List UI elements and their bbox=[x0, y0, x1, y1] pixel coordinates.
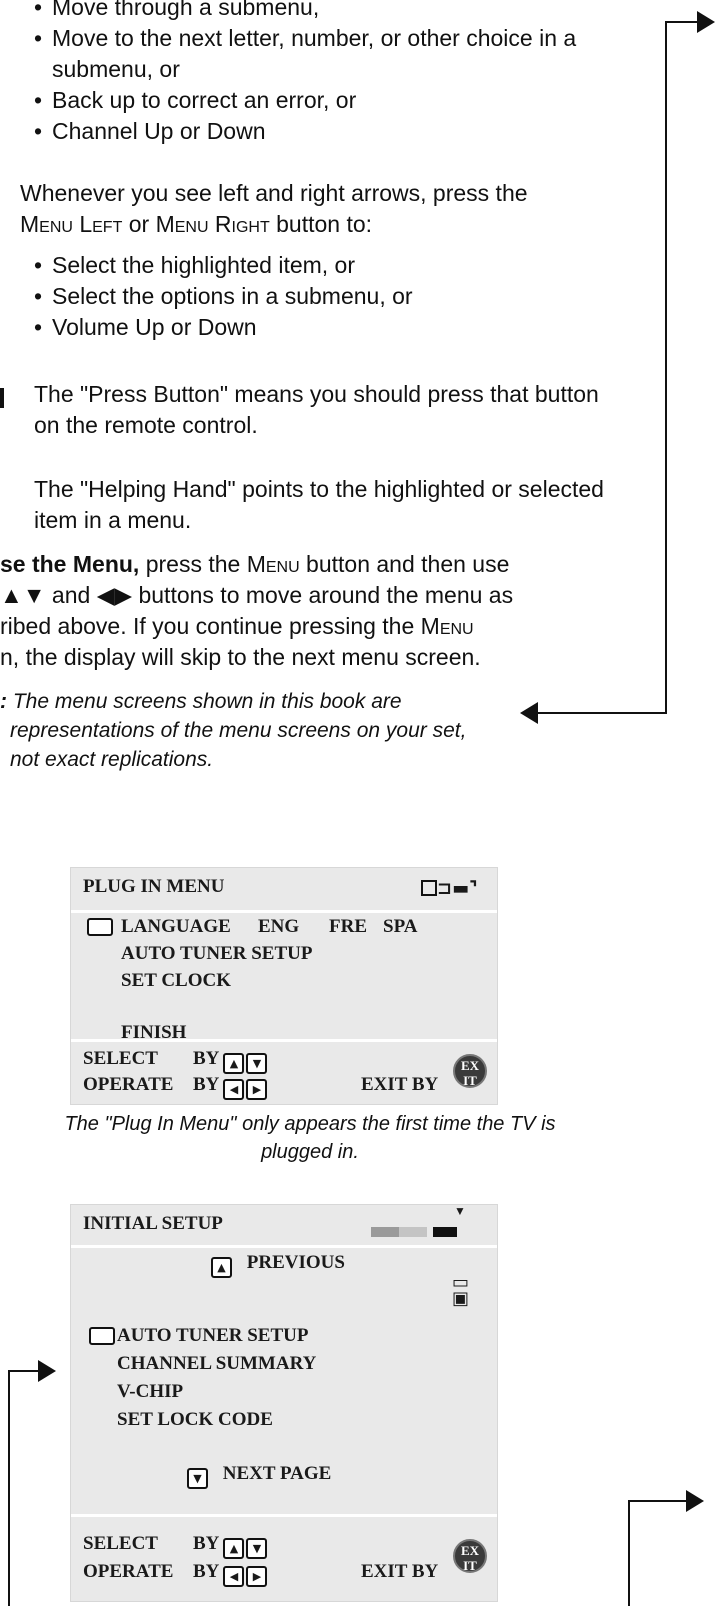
flow-connector-line bbox=[538, 712, 667, 714]
right-key-icon: ▶ bbox=[246, 1566, 268, 1587]
tv-lock-icon: ▭ ▣ bbox=[452, 1272, 470, 1309]
list-item: Volume Up or Down bbox=[34, 312, 654, 343]
menu-footer: SELECT BY ▲ ▼ OPERATE BY ◀ ▶ EXIT BY EX IT bbox=[71, 1039, 497, 1104]
up-key-icon: ▲ bbox=[223, 1538, 245, 1559]
list-item: Move to the next letter, number, or othe… bbox=[34, 23, 654, 85]
current-page-marker-icon: ▼ bbox=[454, 1204, 466, 1218]
menu-item-set-lock-code[interactable]: SET LOCK CODE bbox=[117, 1409, 273, 1431]
menu-item-v-chip[interactable]: V-CHIP bbox=[117, 1381, 183, 1403]
arrow-right-icon bbox=[697, 11, 715, 33]
down-key-icon: ▼ bbox=[187, 1468, 208, 1489]
list-item: Move through a submenu, bbox=[34, 0, 654, 23]
menu-header: INITIAL SETUP ▼ bbox=[71, 1204, 497, 1248]
initial-setup-screen: INITIAL SETUP ▼ ▲ PREVIOUS ▭ ▣ AUTO TUNER… bbox=[70, 1204, 498, 1602]
plug-in-menu-screen: PLUG IN MENU ⊐▬⌝ LANGUAGE ENG FRE SPA AU… bbox=[70, 867, 498, 1105]
flow-connector-line bbox=[8, 1370, 38, 1372]
lr-intro-paragraph: Whenever you see left and right arrows, … bbox=[20, 180, 528, 237]
use-menu-paragraph: se the Menu, press the Menu button and t… bbox=[0, 551, 514, 670]
menu-header: PLUG IN MENU ⊐▬⌝ bbox=[71, 868, 497, 913]
exit-button-icon[interactable]: EX IT bbox=[453, 1054, 487, 1088]
list-item: Back up to correct an error, or bbox=[34, 85, 654, 116]
list-item: Select the options in a submenu, or bbox=[34, 281, 654, 312]
arrow-right-icon bbox=[38, 1360, 56, 1382]
down-key-icon: ▼ bbox=[246, 1053, 268, 1074]
helping-hand-paragraph: The "Helping Hand" points to the highlig… bbox=[34, 476, 604, 533]
plug-menu-caption: The "Plug In Menu" only appears the firs… bbox=[64, 1113, 556, 1163]
up-key-icon: ▲ bbox=[211, 1257, 232, 1278]
menu-right-keyword: Menu Right bbox=[155, 211, 270, 237]
down-key-icon: ▼ bbox=[246, 1538, 268, 1559]
note-paragraph: : The menu screens shown in this book ar… bbox=[0, 690, 467, 771]
flow-connector-line bbox=[665, 21, 697, 23]
flow-connector-line bbox=[628, 1500, 686, 1502]
lang-option-fre[interactable]: FRE bbox=[329, 916, 367, 938]
menu-item-set-clock[interactable]: SET CLOCK bbox=[121, 970, 231, 992]
press-button-paragraph: The "Press Button" means you should pres… bbox=[34, 381, 599, 438]
arrow-right-icon bbox=[686, 1490, 704, 1512]
flow-connector-line bbox=[8, 1370, 10, 1606]
hand-pointer-icon bbox=[87, 918, 113, 942]
left-key-icon: ◀ bbox=[223, 1079, 245, 1100]
right-key-icon: ▶ bbox=[246, 1079, 268, 1100]
exit-button-icon[interactable]: EX IT bbox=[453, 1539, 487, 1573]
previous-page-button[interactable]: ▲ PREVIOUS bbox=[211, 1252, 345, 1278]
list-item: Channel Up or Down bbox=[34, 116, 654, 147]
flow-connector-line bbox=[665, 21, 667, 713]
next-page-button[interactable]: ▼ NEXT PAGE bbox=[187, 1463, 331, 1489]
hand-pointer-icon bbox=[89, 1327, 115, 1351]
menu-footer: SELECT BY ▲ ▼ OPERATE BY ◀ ▶ EXIT BY EX IT bbox=[71, 1514, 497, 1601]
menu-item-auto-tuner[interactable]: AUTO TUNER SETUP bbox=[117, 1325, 308, 1347]
lang-option-eng[interactable]: ENG bbox=[258, 916, 299, 938]
list-item: Select the highlighted item, or bbox=[34, 250, 654, 281]
left-key-icon: ◀ bbox=[223, 1566, 245, 1587]
page-indicator bbox=[371, 1221, 457, 1243]
menu-item-language[interactable]: LANGUAGE bbox=[121, 916, 231, 938]
leftright-bullet-list: Select the highlighted item, or Select t… bbox=[34, 250, 654, 343]
arrow-left-icon bbox=[520, 702, 538, 724]
press-button-icon bbox=[0, 388, 4, 408]
menu-title: PLUG IN MENU bbox=[83, 876, 225, 897]
lang-option-spa[interactable]: SPA bbox=[383, 916, 417, 938]
plug-icon: ⊐▬⌝ bbox=[421, 878, 478, 899]
leftright-arrows-icon: ◀▶ bbox=[96, 582, 133, 608]
menu-title: INITIAL SETUP bbox=[83, 1213, 223, 1234]
menu-item-channel-summary[interactable]: CHANNEL SUMMARY bbox=[117, 1353, 316, 1375]
menu-item-auto-tuner[interactable]: AUTO TUNER SETUP bbox=[121, 943, 312, 965]
updown-bullet-list: Move through a submenu, Move to the next… bbox=[34, 0, 654, 147]
flow-connector-line bbox=[628, 1500, 630, 1606]
updown-arrows-icon: ▲▼ bbox=[0, 582, 46, 608]
menu-left-keyword: Menu Left bbox=[20, 211, 123, 237]
up-key-icon: ▲ bbox=[223, 1053, 245, 1074]
